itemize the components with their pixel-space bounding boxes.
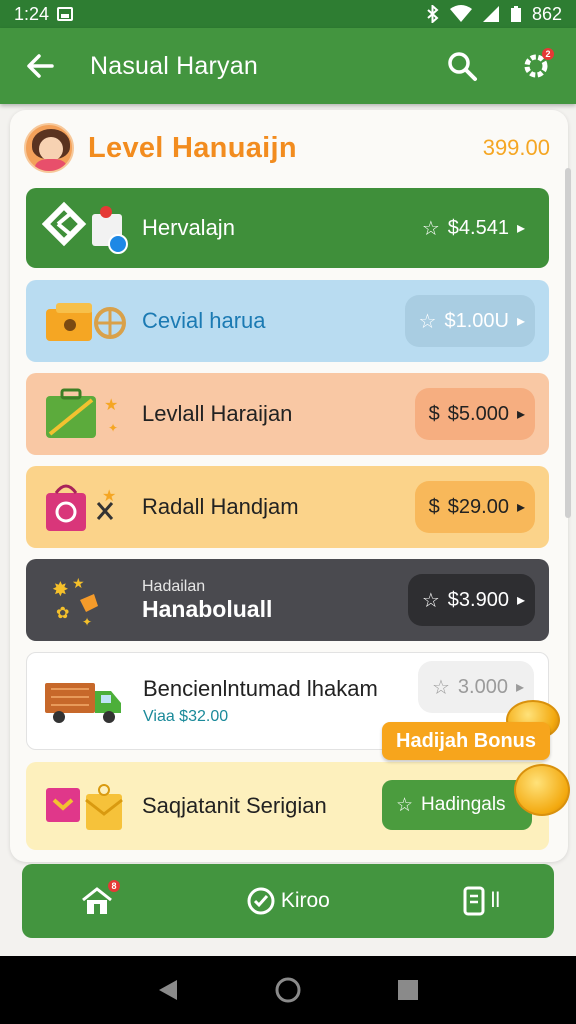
price-button[interactable]: ☆ $3.900 ▸	[407, 574, 535, 626]
search-icon	[448, 52, 477, 81]
battery-level: 862	[531, 3, 562, 24]
star-icon: ☆	[421, 589, 440, 612]
row-label: Hanaboluall	[142, 595, 273, 622]
status-bar: 1:24 862	[0, 0, 576, 28]
signal-icon	[482, 6, 499, 22]
clock: 1:24	[14, 3, 50, 24]
level-header: Level Hanuaijn 399.00	[24, 120, 550, 176]
price-value: $4.541	[447, 216, 509, 239]
price-value: $3.900	[447, 588, 509, 611]
level-title: Level Hanuaijn	[88, 131, 297, 164]
truck-illustration	[43, 673, 129, 729]
envelope-illustration	[42, 778, 128, 834]
scrollbar[interactable]	[565, 168, 571, 518]
stars-illustration: ✸ ★ ✿ ✦	[42, 572, 128, 629]
row-label: Bencienlntumad lhakam	[143, 676, 378, 701]
svg-text:★: ★	[102, 488, 116, 505]
list-item[interactable]: Cevial harua ☆ $1.00U ▸	[26, 280, 549, 362]
home-badge: 8	[108, 880, 120, 892]
svg-text:★: ★	[72, 575, 85, 591]
suitcase-illustration: ★ ✦	[42, 386, 128, 442]
price-button[interactable]: ☆ $1.00U ▸	[404, 295, 535, 347]
row-label: Saqjatanit Serigian	[142, 793, 327, 818]
svg-text:✦: ✦	[108, 421, 118, 435]
list-item[interactable]: ★ ✦ Levlall Haraijan $ $5.000 ▸	[26, 373, 549, 455]
coin-icon	[514, 764, 570, 816]
svg-text:✿: ✿	[56, 605, 69, 622]
dollar-icon: $	[428, 402, 440, 425]
avatar[interactable]	[24, 123, 74, 173]
redeem-button[interactable]: ☆ Hadingals	[382, 780, 532, 830]
app-bar: Nasual Haryan 2	[0, 28, 576, 104]
bluetooth-icon	[427, 5, 439, 23]
price-value: $1.00U	[444, 309, 509, 332]
price-value: $29.00	[447, 495, 509, 518]
recents-square-icon[interactable]	[397, 979, 419, 1001]
wifi-icon	[449, 5, 472, 22]
page-title: Nasual Haryan	[90, 51, 258, 80]
chevron-right-icon: ▸	[515, 679, 524, 696]
nav-check[interactable]: Kiroo	[247, 887, 330, 915]
check-circle-icon	[247, 887, 275, 915]
home-icon	[82, 887, 112, 914]
row-label: Cevial harua	[142, 308, 266, 333]
row-caption: Hadailan	[142, 577, 206, 595]
system-navigation-bar	[0, 956, 576, 1024]
row-label: Hervalajn	[142, 215, 235, 240]
chevron-right-icon: ▸	[516, 592, 525, 609]
gift-bag-illustration: ★	[42, 479, 128, 535]
row-label: Levlall Haraijan	[142, 401, 293, 426]
back-button[interactable]	[20, 46, 60, 86]
document-icon	[463, 886, 485, 916]
price-button[interactable]: ☆ $4.541 ▸	[408, 202, 535, 254]
star-icon: ☆	[418, 310, 437, 333]
row-subtitle: Viaa $32.00	[143, 708, 229, 725]
price-value: 3.000	[457, 675, 508, 698]
toy-illustration	[42, 293, 128, 349]
list-item[interactable]: ★ Radall Handjam $ $29.00 ▸	[26, 466, 549, 548]
star-icon: ☆	[431, 676, 450, 699]
level-amount: 399.00	[482, 135, 550, 160]
notification-badge: 2	[542, 48, 554, 60]
svg-text:★: ★	[104, 397, 118, 414]
logo-illustration	[41, 200, 128, 256]
nav-documents[interactable]: ll	[463, 886, 500, 916]
nav-label: Kiroo	[280, 889, 330, 912]
price-value: $5.000	[447, 402, 509, 425]
svg-text:✸: ✸	[52, 579, 69, 601]
search-button[interactable]	[442, 46, 482, 86]
row-label: Radall Handjam	[142, 494, 299, 519]
back-triangle-icon[interactable]	[157, 978, 179, 1002]
list-item[interactable]: ✸ ★ ✿ ✦ Hadailan Hanaboluall ☆ $3.900 ▸	[26, 559, 549, 641]
list-item[interactable]: Hervalajn ☆ $4.541 ▸	[26, 188, 549, 268]
image-notification-icon	[57, 7, 74, 21]
svg-text:✦: ✦	[82, 615, 92, 628]
chevron-right-icon: ▸	[516, 406, 525, 423]
home-circle-icon[interactable]	[274, 976, 302, 1004]
battery-icon	[510, 6, 521, 22]
dollar-icon: $	[428, 495, 440, 518]
price-button[interactable]: $ $29.00 ▸	[414, 481, 535, 533]
star-icon: ☆	[421, 217, 440, 240]
redeem-label: Hadingals	[421, 794, 506, 815]
chevron-right-icon: ▸	[516, 499, 525, 516]
nav-label: ll	[490, 889, 500, 912]
bonus-tag[interactable]: Hadijah Bonus	[382, 722, 551, 760]
arrow-left-icon	[27, 54, 54, 78]
settings-button[interactable]: 2	[516, 46, 556, 86]
chevron-right-icon: ▸	[516, 220, 525, 237]
nav-home[interactable]: 8	[80, 880, 120, 916]
bottom-navigation: 8 Kiroo ll	[22, 864, 554, 938]
price-button[interactable]: $ $5.000 ▸	[414, 388, 535, 440]
star-icon: ☆	[396, 794, 414, 816]
chevron-right-icon: ▸	[516, 313, 525, 330]
